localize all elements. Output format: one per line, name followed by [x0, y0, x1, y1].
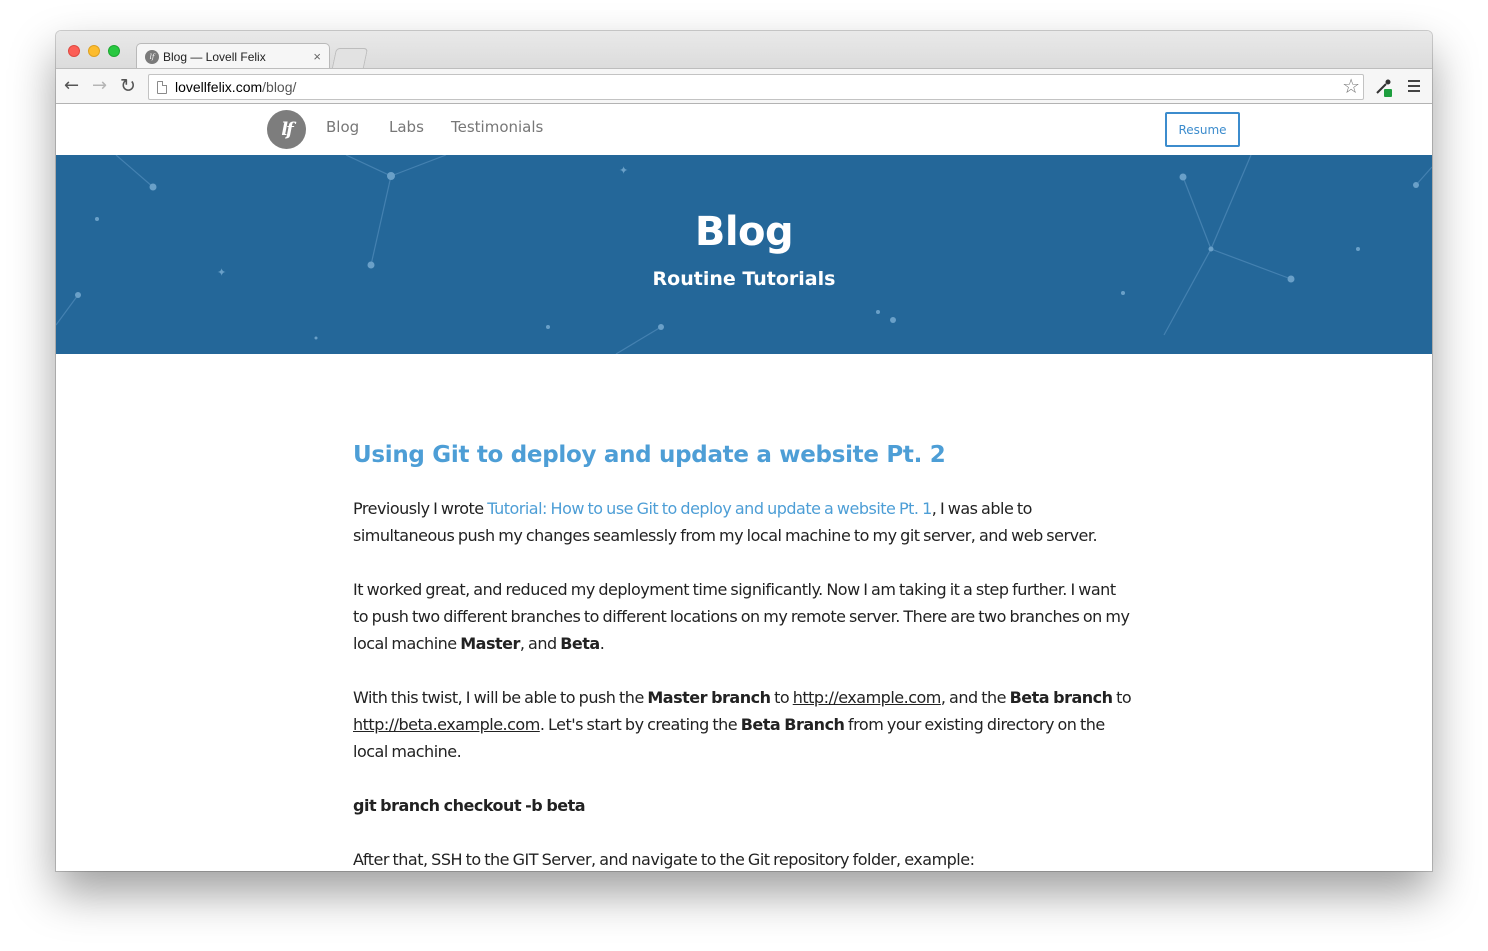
p1-text-before: Previously I wrote: [353, 499, 488, 518]
menu-icon[interactable]: [1408, 80, 1420, 92]
p3-text-g: to: [1112, 688, 1132, 707]
svg-text:✦: ✦: [619, 164, 628, 177]
git-command-text: git branch checkout -b beta: [353, 796, 586, 815]
web-page: lf Blog Labs Testimonials Resume ✦ ✦ Blo…: [56, 104, 1432, 871]
new-tab-button[interactable]: [331, 48, 369, 68]
hero-title: Blog: [694, 209, 794, 255]
beta-example-com-link[interactable]: http://beta.example.com: [353, 715, 540, 734]
browser-toolbar: ← → ↻ lovellfelix.com/blog/ ☆: [56, 68, 1432, 104]
master-bold: Master: [460, 634, 520, 653]
tab-strip: lf Blog — Lovell Felix ×: [56, 31, 1432, 69]
part1-tutorial-link[interactable]: Tutorial: How to use Git to deploy and u…: [487, 499, 932, 518]
tab-close-icon[interactable]: ×: [313, 49, 321, 64]
site-logo[interactable]: lf: [267, 110, 306, 149]
beta-branch-bold-2: Beta Branch: [740, 715, 845, 734]
git-command: git branch checkout -b beta: [353, 792, 1133, 819]
p3-text-e: , and the: [940, 688, 1010, 707]
p3-text-i: . Let's start by creating the: [539, 715, 741, 734]
p3-text-a: With this twist, I will be able to push …: [353, 688, 648, 707]
tab-title: Blog — Lovell Felix: [163, 49, 266, 64]
beta-branch-bold: Beta branch: [1009, 688, 1113, 707]
post-paragraph-4: After that, SSH to the GIT Server, and n…: [353, 846, 1133, 871]
resume-button[interactable]: Resume: [1165, 112, 1240, 147]
hero-subtitle: Routine Tutorials: [652, 268, 836, 290]
url-path: /blog/: [262, 79, 297, 95]
nav-link-testimonials[interactable]: Testimonials: [451, 118, 543, 136]
post-paragraph-3: With this twist, I will be able to push …: [353, 684, 1133, 765]
page-icon: [157, 80, 167, 94]
site-navbar: lf Blog Labs Testimonials Resume: [56, 104, 1432, 155]
screen: lf Blog — Lovell Felix × ← → ↻ lovellfel…: [0, 0, 1488, 951]
close-window-button[interactable]: [68, 45, 80, 57]
p3-text-c: to: [770, 688, 793, 707]
nav-link-blog[interactable]: Blog: [326, 118, 359, 136]
site-favicon-icon: lf: [145, 49, 159, 64]
blog-post: Using Git to deploy and update a website…: [353, 442, 1133, 871]
url-host: lovellfelix.com: [175, 79, 263, 95]
master-branch-bold: Master branch: [647, 688, 771, 707]
p2-end: .: [599, 634, 605, 653]
back-arrow-icon[interactable]: ←: [64, 75, 79, 97]
post-title-link[interactable]: Using Git to deploy and update a website…: [353, 442, 1133, 468]
post-paragraph-2: It worked great, and reduced my deployme…: [353, 576, 1133, 657]
bookmark-star-icon[interactable]: ☆: [1342, 75, 1360, 97]
address-bar[interactable]: lovellfelix.com/blog/: [148, 74, 1364, 100]
url-text: lovellfelix.com/blog/: [175, 79, 296, 95]
zoom-window-button[interactable]: [108, 45, 120, 57]
tab-blog[interactable]: lf Blog — Lovell Felix ×: [136, 43, 330, 69]
browser-window: lf Blog — Lovell Felix × ← → ↻ lovellfel…: [56, 31, 1432, 871]
p2-mid: , and: [519, 634, 561, 653]
eyedropper-extension-icon[interactable]: [1374, 78, 1394, 98]
example-com-link[interactable]: http://example.com: [793, 688, 942, 707]
beta-bold: Beta: [560, 634, 600, 653]
forward-arrow-icon[interactable]: →: [92, 75, 107, 97]
reload-icon[interactable]: ↻: [120, 75, 136, 97]
post-paragraph-1: Previously I wrote Tutorial: How to use …: [353, 495, 1133, 549]
p4-text: After that, SSH to the GIT Server, and n…: [353, 850, 975, 869]
minimize-window-button[interactable]: [88, 45, 100, 57]
nav-link-labs[interactable]: Labs: [389, 118, 424, 136]
hero-banner: ✦ ✦ Blog Routine Tutorials: [56, 155, 1432, 354]
